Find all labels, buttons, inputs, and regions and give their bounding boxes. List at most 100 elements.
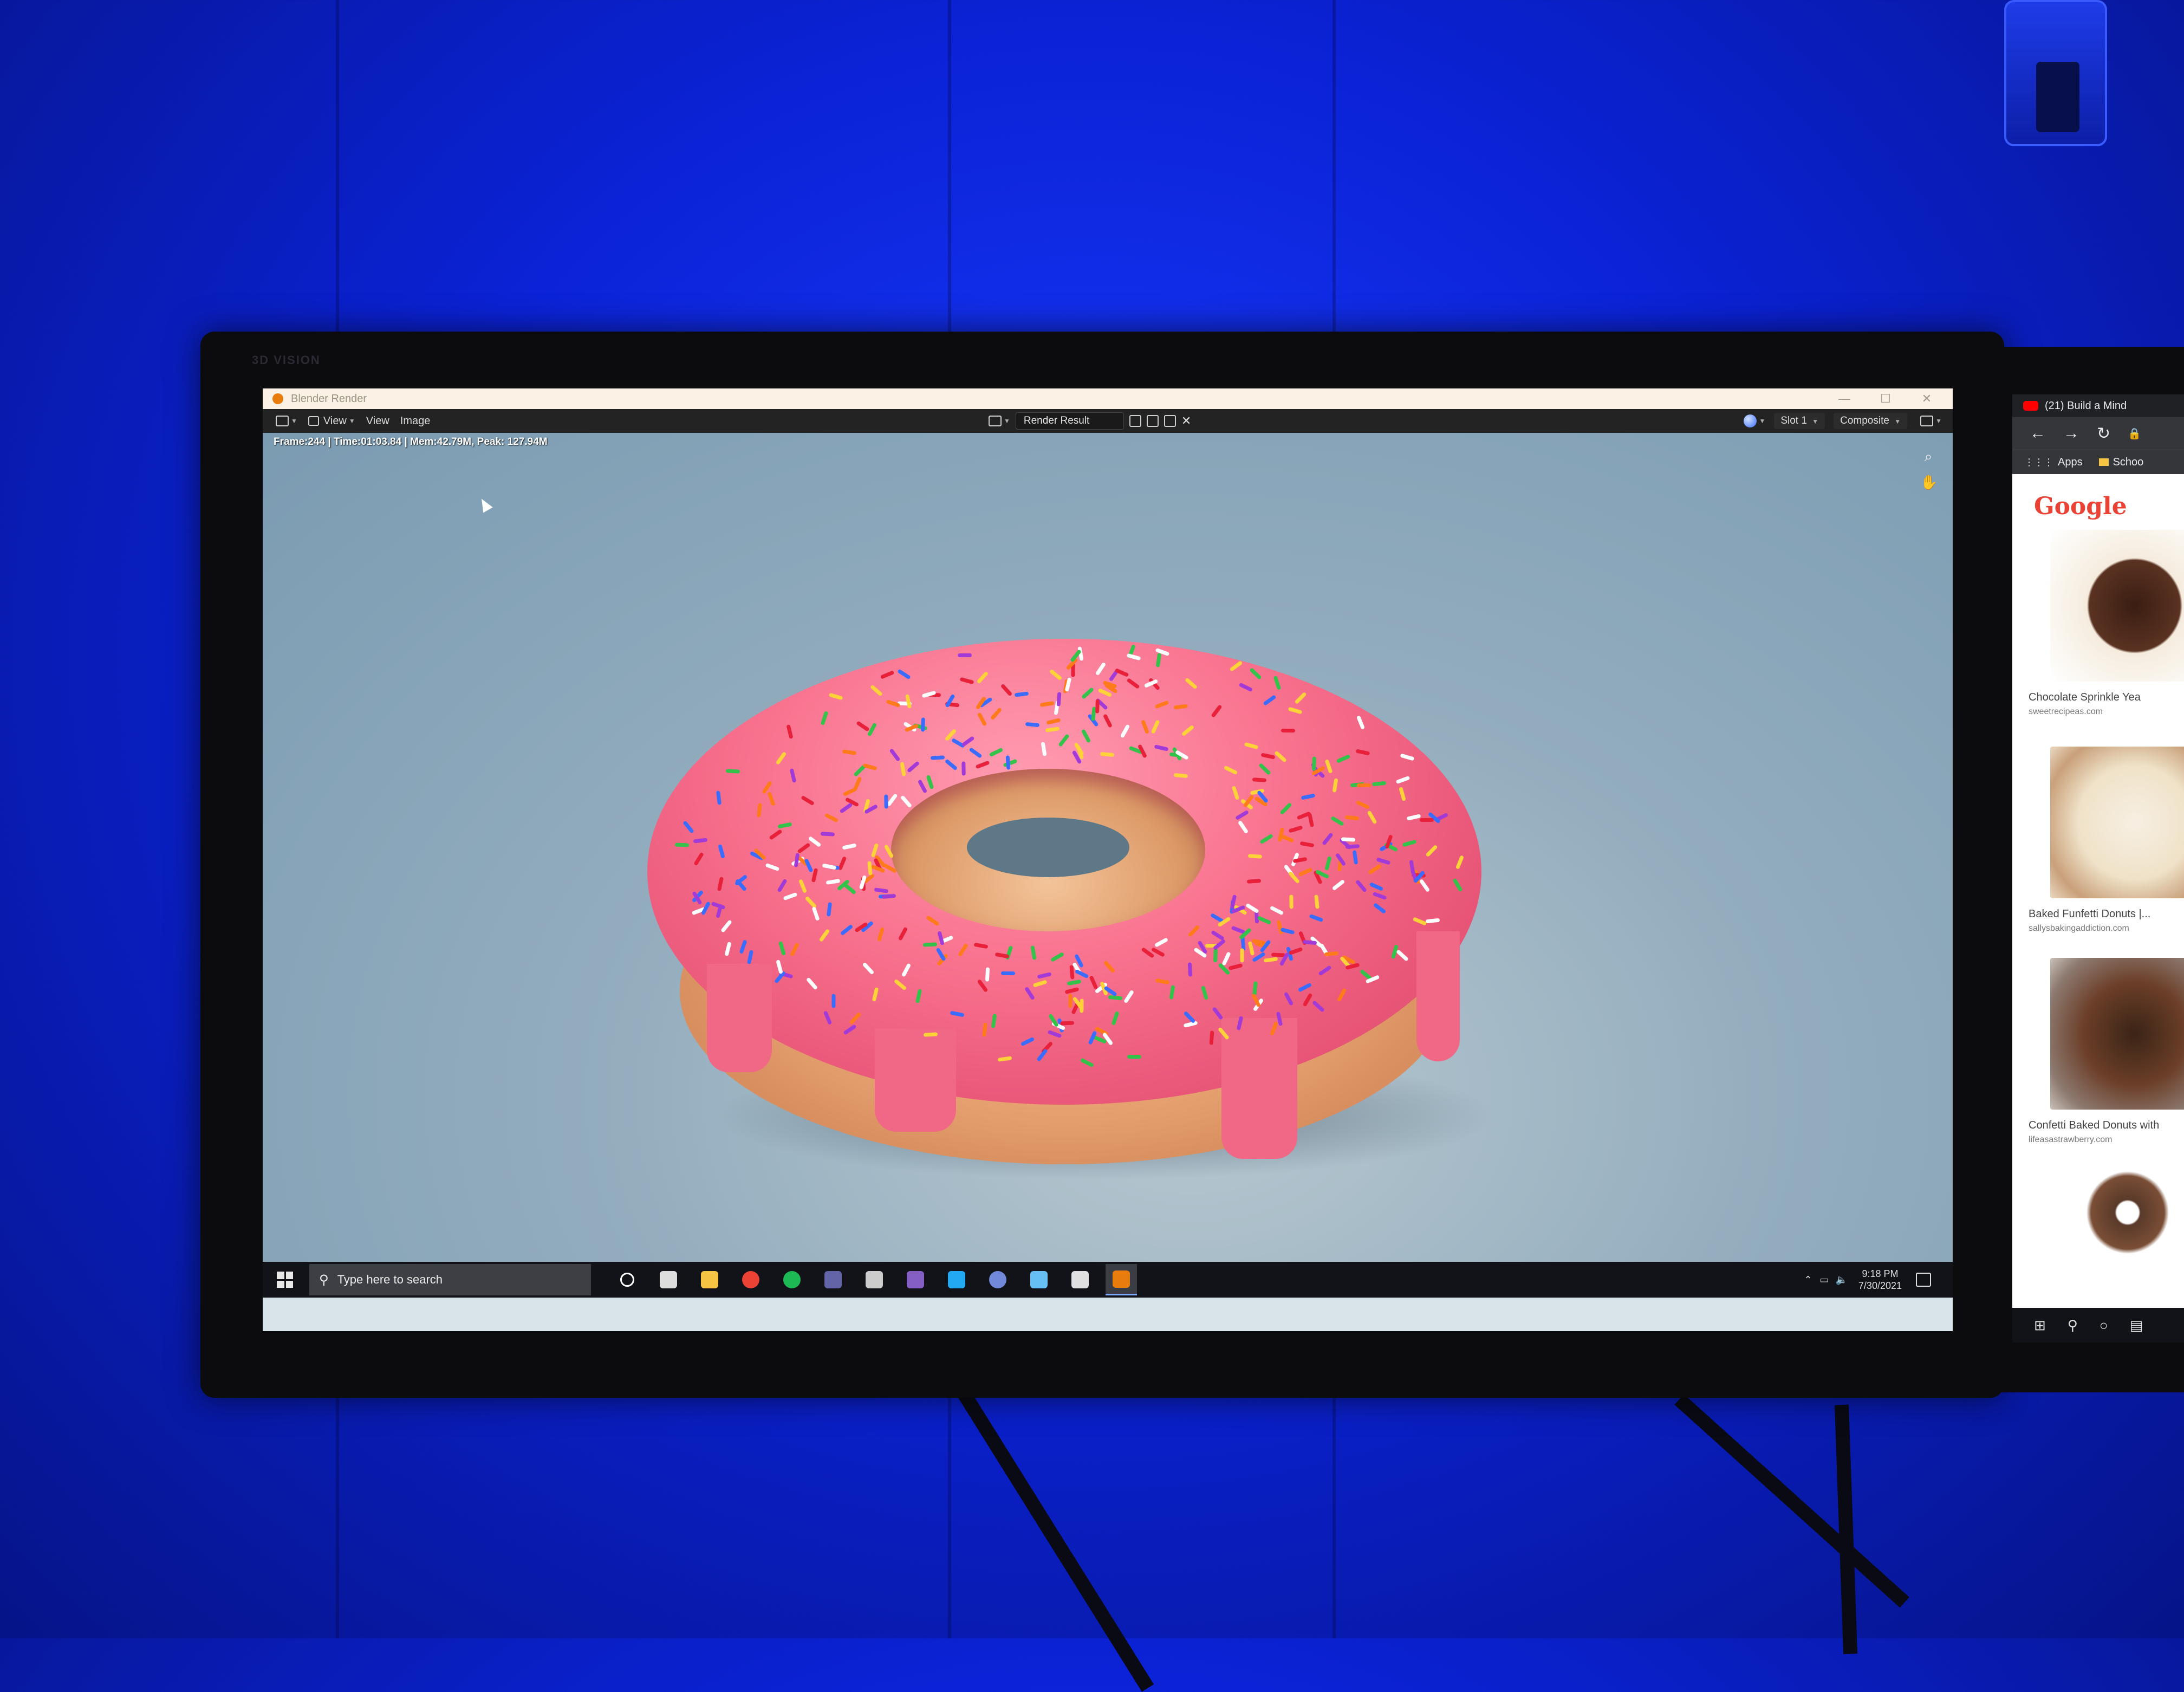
close-button[interactable]: ✕ (1906, 388, 1947, 409)
sidebar-toggle-icon[interactable] (1920, 416, 1934, 426)
image-result[interactable]: Baked Funfetti Donuts |... sallysbakinga… (2029, 747, 2184, 933)
maximize-button[interactable]: ☐ (1865, 388, 1906, 409)
back-icon[interactable]: ← (2030, 424, 2046, 443)
slot-dropdown[interactable]: Slot 1 ▼ (1774, 413, 1825, 429)
chevron-down-icon: ▼ (1759, 417, 1766, 425)
sprinkle (725, 768, 740, 774)
image-result[interactable]: Chocolate Sprinkle Yea sweetrecipeas.com (2029, 530, 2184, 717)
discord-icon[interactable] (982, 1264, 1013, 1295)
forward-icon[interactable]: → (2063, 424, 2079, 443)
rendered-donut (647, 639, 1498, 1191)
blender-app-icon (272, 393, 283, 404)
secondary-screen: (21) Build a Mind ← → ↻ 🔒 ⋮⋮⋮ Apps Schoo… (2012, 394, 2184, 1343)
vscode-glyph (948, 1271, 965, 1288)
sprinkle (1357, 783, 1372, 787)
fake-user-shield-icon[interactable] (1129, 415, 1141, 427)
reload-icon[interactable]: ↻ (2097, 424, 2110, 443)
donut-hole-gap (967, 818, 1129, 877)
image-result[interactable]: Confetti Baked Donuts with lifeasastrawb… (2029, 958, 2184, 1145)
monitor-stand-arm (1835, 1404, 1858, 1655)
header-right-controls: ▼ Slot 1 ▼ Composite ▼ ▼ (1744, 409, 1942, 433)
task-view-glyph (660, 1271, 677, 1288)
search-icon: ⚲ (319, 1272, 329, 1287)
menu-view[interactable]: View (366, 415, 389, 427)
volume-icon[interactable]: 🔈 (1836, 1274, 1848, 1286)
sprinkle (930, 755, 945, 760)
wall-mounted-device (2004, 0, 2107, 146)
search-icon[interactable]: ⚲ (2068, 1317, 2078, 1334)
sprinkle (1127, 1054, 1141, 1059)
icing-drip (707, 964, 772, 1072)
pan-hand-icon[interactable]: ✋ (1920, 474, 1938, 490)
chrome-glyph (742, 1271, 759, 1288)
display-channels-icon[interactable] (1744, 414, 1757, 427)
visual-studio-icon[interactable] (900, 1264, 931, 1295)
file-explorer-icon[interactable] (694, 1264, 725, 1295)
spotify-glyph (783, 1271, 801, 1288)
result-source: lifeasastrawberry.com (2029, 1135, 2112, 1144)
sprinkle (920, 717, 925, 732)
notification-icon[interactable] (1916, 1273, 1931, 1287)
windows-start-icon[interactable]: ⊞ (2034, 1317, 2046, 1334)
open-folder-icon[interactable] (1164, 415, 1176, 427)
chrome-icon[interactable] (735, 1264, 766, 1295)
icing-drip (875, 1029, 956, 1132)
browser-tab[interactable]: (21) Build a Mind (2012, 394, 2184, 417)
blender-icon[interactable] (1106, 1264, 1137, 1295)
sprinkle (1068, 994, 1072, 1008)
view-mode-dropdown[interactable]: View ▼ (308, 415, 355, 427)
windows-start-icon[interactable] (277, 1272, 293, 1288)
terminal-glyph (866, 1271, 883, 1288)
settings-icon[interactable] (1064, 1264, 1096, 1295)
sprinkle (922, 942, 937, 947)
vscode-icon[interactable] (941, 1264, 972, 1295)
terminal-icon[interactable] (859, 1264, 890, 1295)
settings-glyph (1071, 1271, 1089, 1288)
minimize-button[interactable]: — (1824, 388, 1865, 409)
render-pass-label: Composite (1840, 415, 1889, 426)
result-thumbnail (2050, 958, 2184, 1110)
task-view-icon[interactable] (653, 1264, 684, 1295)
network-icon[interactable]: ▭ (1819, 1274, 1829, 1286)
unlink-image-icon[interactable]: ✕ (1181, 414, 1191, 428)
spotify-icon[interactable] (776, 1264, 808, 1295)
zoom-icon[interactable]: ⌕ (1920, 448, 1936, 464)
sprinkle (1240, 948, 1244, 963)
image-result[interactable] (2029, 1164, 2184, 1261)
editor-type-icon[interactable] (276, 416, 289, 426)
google-doodle[interactable]: Google (2034, 492, 2184, 520)
browse-image-icon[interactable] (989, 416, 1002, 426)
clock-date: 7/30/2021 (1858, 1280, 1902, 1291)
render-pass-dropdown[interactable]: Composite ▼ (1834, 413, 1908, 429)
result-title: Confetti Baked Donuts with (2029, 1119, 2160, 1131)
image-name-field[interactable]: Render Result (1015, 412, 1124, 430)
icing-drip (1416, 931, 1460, 1061)
result-title: Chocolate Sprinkle Yea (2029, 691, 2141, 703)
duplicate-image-icon[interactable] (1146, 415, 1159, 427)
window-titlebar[interactable]: Blender Render — ☐ ✕ (263, 388, 1953, 409)
sprinkle (831, 994, 836, 1008)
teams-icon[interactable] (817, 1264, 849, 1295)
sprinkle (1345, 844, 1360, 849)
secondary-taskbar: ⊞ ⚲ ○ ▤ (2012, 1308, 2184, 1343)
image-icon (308, 416, 319, 426)
teams-glyph (824, 1271, 842, 1288)
sprinkle (961, 761, 966, 776)
bookmark-apps[interactable]: Apps (2058, 456, 2083, 469)
menu-image[interactable]: Image (400, 415, 431, 427)
icing-drip (1221, 1018, 1297, 1159)
cortana-icon[interactable]: ○ (2100, 1317, 2108, 1334)
sprinkle (1303, 939, 1317, 945)
bookmark-school[interactable]: Schoo (2113, 456, 2144, 469)
taskbar-clock[interactable]: 9:18 PM 7/30/2021 (1858, 1268, 1902, 1292)
chevron-down-icon: ▼ (1935, 417, 1942, 425)
system-tray: ⌃ ▭ 🔈 9:18 PM 7/30/2021 (1804, 1262, 1931, 1298)
task-view-icon[interactable]: ▤ (2130, 1317, 2143, 1334)
render-result-viewport[interactable]: Frame:244 | Time:01:03.84 | Mem:42.79M, … (263, 433, 1953, 1262)
steam-glyph (1030, 1271, 1048, 1288)
taskbar-search[interactable]: ⚲ Type here to search (309, 1264, 591, 1295)
chevron-up-icon[interactable]: ⌃ (1804, 1274, 1812, 1286)
render-stats: Frame:244 | Time:01:03.84 | Mem:42.79M, … (274, 436, 548, 448)
steam-icon[interactable] (1023, 1264, 1055, 1295)
cortana-icon[interactable] (612, 1264, 643, 1295)
